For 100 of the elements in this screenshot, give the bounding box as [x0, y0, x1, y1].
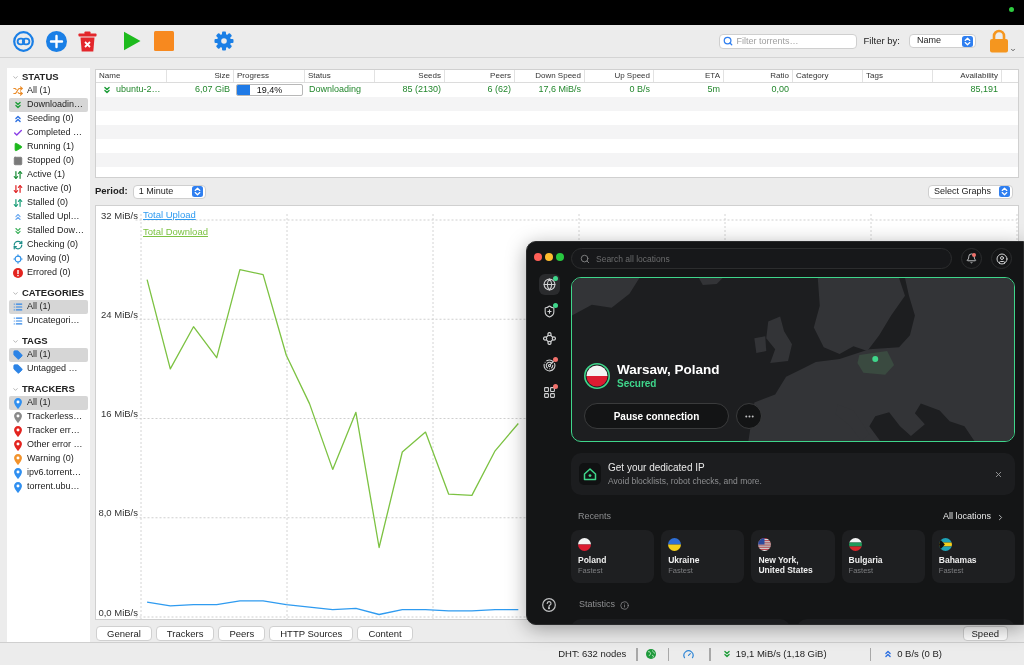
column-header[interactable]: Seeds: [375, 70, 445, 82]
dht-status: DHT: 632 nodes: [558, 646, 627, 661]
column-header[interactable]: ETA: [654, 70, 724, 82]
sidebar-item[interactable]: ipv6.torrent…: [9, 466, 88, 480]
double-chevron-up-icon: [883, 649, 894, 659]
sidebar-item[interactable]: Stalled Dow…: [9, 224, 88, 238]
sidebar-item[interactable]: Trackerless…: [9, 410, 88, 424]
table-cell-text: 5m: [706, 83, 721, 97]
pause-button[interactable]: Pause connection: [584, 403, 729, 429]
trash-icon: [78, 30, 97, 52]
sidebar-item[interactable]: Seeding (0): [9, 112, 88, 126]
sidebar-item[interactable]: Stalled (0): [9, 196, 88, 210]
link-button[interactable]: [13, 30, 34, 52]
check-icon: [13, 128, 23, 138]
flag-icon: [578, 538, 591, 551]
double-chevron-up-icon: [13, 212, 23, 222]
add-button[interactable]: [46, 30, 67, 52]
field-label: Period:: [95, 184, 128, 199]
column-header[interactable]: Peers: [445, 70, 515, 82]
sidebar-item[interactable]: Downloadin…: [9, 98, 88, 112]
nav-button[interactable]: [538, 274, 560, 295]
sidebar-item[interactable]: Stopped (0): [9, 154, 88, 168]
download-speed: 19,1 MiB/s (1,18 GiB): [735, 646, 827, 661]
plus-icon: [46, 30, 67, 52]
close-button[interactable]: [994, 469, 1003, 479]
sidebar-item[interactable]: torrent.ubu…: [9, 480, 88, 494]
double-chevron-down-icon: [721, 649, 732, 659]
tab[interactable]: Trackers: [155, 626, 215, 641]
settings-button[interactable]: [214, 31, 234, 51]
sidebar-item[interactable]: Inactive (0): [9, 182, 88, 196]
sidebar-item[interactable]: All (1): [9, 300, 88, 314]
table-cell-text: Downloading: [308, 83, 363, 97]
section-heading: Statistics: [579, 598, 615, 612]
progress-label: 19,4%: [256, 85, 283, 95]
connection-status: Secured: [617, 378, 658, 390]
sidebar-item[interactable]: All (1): [9, 348, 88, 362]
sidebar-item[interactable]: Warning (0): [9, 452, 88, 466]
table-cell-text: 85 (2130): [401, 83, 442, 97]
square-icon: [154, 31, 174, 51]
column-header[interactable]: Name: [96, 70, 167, 82]
column-header[interactable]: Progress: [234, 70, 305, 82]
sidebar-item[interactable]: Uncategori…: [9, 314, 88, 328]
all-locations-link[interactable]: All locations: [942, 510, 1005, 524]
column-header[interactable]: Availability: [933, 70, 1002, 82]
location-marker-icon: [872, 356, 879, 362]
help-icon: [542, 598, 556, 612]
sidebar-item[interactable]: Other error …: [9, 438, 88, 452]
window-close-icon[interactable]: [534, 253, 542, 261]
sidebar-item[interactable]: Completed …: [9, 126, 88, 140]
sidebar-item[interactable]: Moving (0): [9, 252, 88, 266]
list-icon: [13, 316, 23, 326]
search-field[interactable]: Search all locations: [571, 248, 952, 269]
sidebar-item[interactable]: All (1): [9, 84, 88, 98]
gauge-icon[interactable]: [683, 648, 695, 660]
flag-icon: [758, 538, 772, 551]
section-heading: TAGS: [22, 334, 48, 349]
sidebar-item[interactable]: All (1): [9, 396, 88, 410]
square-icon: [13, 156, 23, 166]
tab[interactable]: Peers: [218, 626, 266, 641]
double-chevron-up-icon: [13, 114, 23, 124]
window-zoom-icon[interactable]: [556, 253, 564, 261]
filter-dropdown[interactable]: Name: [909, 34, 976, 48]
y-tick-label: 0,0 MiB/s: [98, 606, 138, 618]
column-header[interactable]: Size: [167, 70, 234, 82]
play-icon: [123, 31, 141, 51]
sidebar-item[interactable]: Errored (0): [9, 266, 88, 280]
sidebar-item[interactable]: Stalled Upl…: [9, 210, 88, 224]
tab[interactable]: General: [96, 626, 152, 641]
help-button[interactable]: [542, 598, 556, 612]
section-heading: TRACKERS: [22, 382, 75, 397]
section-heading: Recents: [578, 510, 612, 524]
period-dropdown[interactable]: 1 Minute: [132, 184, 206, 199]
arrows-icon: [13, 170, 23, 180]
column-header[interactable]: Down Speed: [515, 70, 585, 82]
link-icon: [13, 30, 34, 52]
globe-icon[interactable]: [645, 649, 656, 659]
column-header[interactable]: Tags: [863, 70, 933, 82]
sidebar-item[interactable]: Untagged …: [9, 362, 88, 376]
tab[interactable]: Content: [357, 626, 413, 641]
stepper-icon: [962, 35, 973, 47]
graphs-dropdown[interactable]: Select Graphs: [928, 184, 1013, 199]
location-card[interactable]: New York, United States: [751, 530, 835, 583]
column-header[interactable]: Status: [305, 70, 375, 82]
delete-button[interactable]: [78, 30, 97, 52]
table-cell-text: 85,191: [969, 83, 999, 97]
user-icon: [995, 252, 1008, 265]
window-minimize-icon[interactable]: [545, 253, 553, 261]
sidebar-item[interactable]: Running (1): [9, 140, 88, 154]
sidebar-item[interactable]: Checking (0): [9, 238, 88, 252]
sidebar-item[interactable]: Tracker err…: [9, 424, 88, 438]
crosshair-icon: [13, 254, 23, 264]
table-cell-text: 0 B/s: [628, 83, 651, 97]
sidebar-item[interactable]: Active (1): [9, 168, 88, 182]
flag-icon: [848, 538, 862, 551]
tab[interactable]: Speed: [962, 626, 1008, 641]
chevron-right-icon: [996, 512, 1005, 522]
tab[interactable]: HTTP Sources: [269, 626, 354, 641]
column-header[interactable]: Category: [793, 70, 863, 82]
column-header[interactable]: Ratio: [724, 70, 793, 82]
column-header[interactable]: Up Speed: [585, 70, 654, 82]
